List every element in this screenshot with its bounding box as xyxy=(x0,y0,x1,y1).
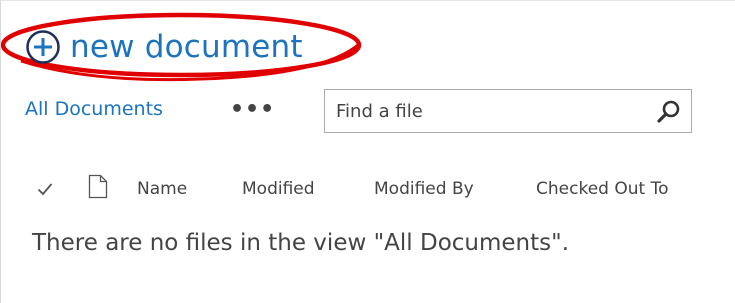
new-document-button[interactable]: new document xyxy=(25,25,303,69)
column-header-checked-out-to[interactable]: Checked Out To xyxy=(536,179,668,199)
new-document-label: new document xyxy=(70,28,303,65)
search-icon[interactable] xyxy=(656,99,682,125)
column-header-modified[interactable]: Modified xyxy=(242,179,315,199)
column-header-modified-by[interactable]: Modified By xyxy=(374,179,474,199)
plus-circle-icon xyxy=(26,30,60,64)
column-header-name[interactable]: Name xyxy=(137,179,187,199)
more-views-button[interactable]: ••• xyxy=(230,99,275,121)
search-box xyxy=(324,89,692,133)
checkmark-icon[interactable] xyxy=(37,181,53,197)
view-selector-all-documents[interactable]: All Documents xyxy=(25,98,163,120)
document-library: new document All Documents ••• Name Modi… xyxy=(0,0,735,303)
empty-view-message: There are no files in the view "All Docu… xyxy=(32,230,570,256)
document-icon xyxy=(88,174,108,199)
find-file-input[interactable] xyxy=(325,90,645,132)
